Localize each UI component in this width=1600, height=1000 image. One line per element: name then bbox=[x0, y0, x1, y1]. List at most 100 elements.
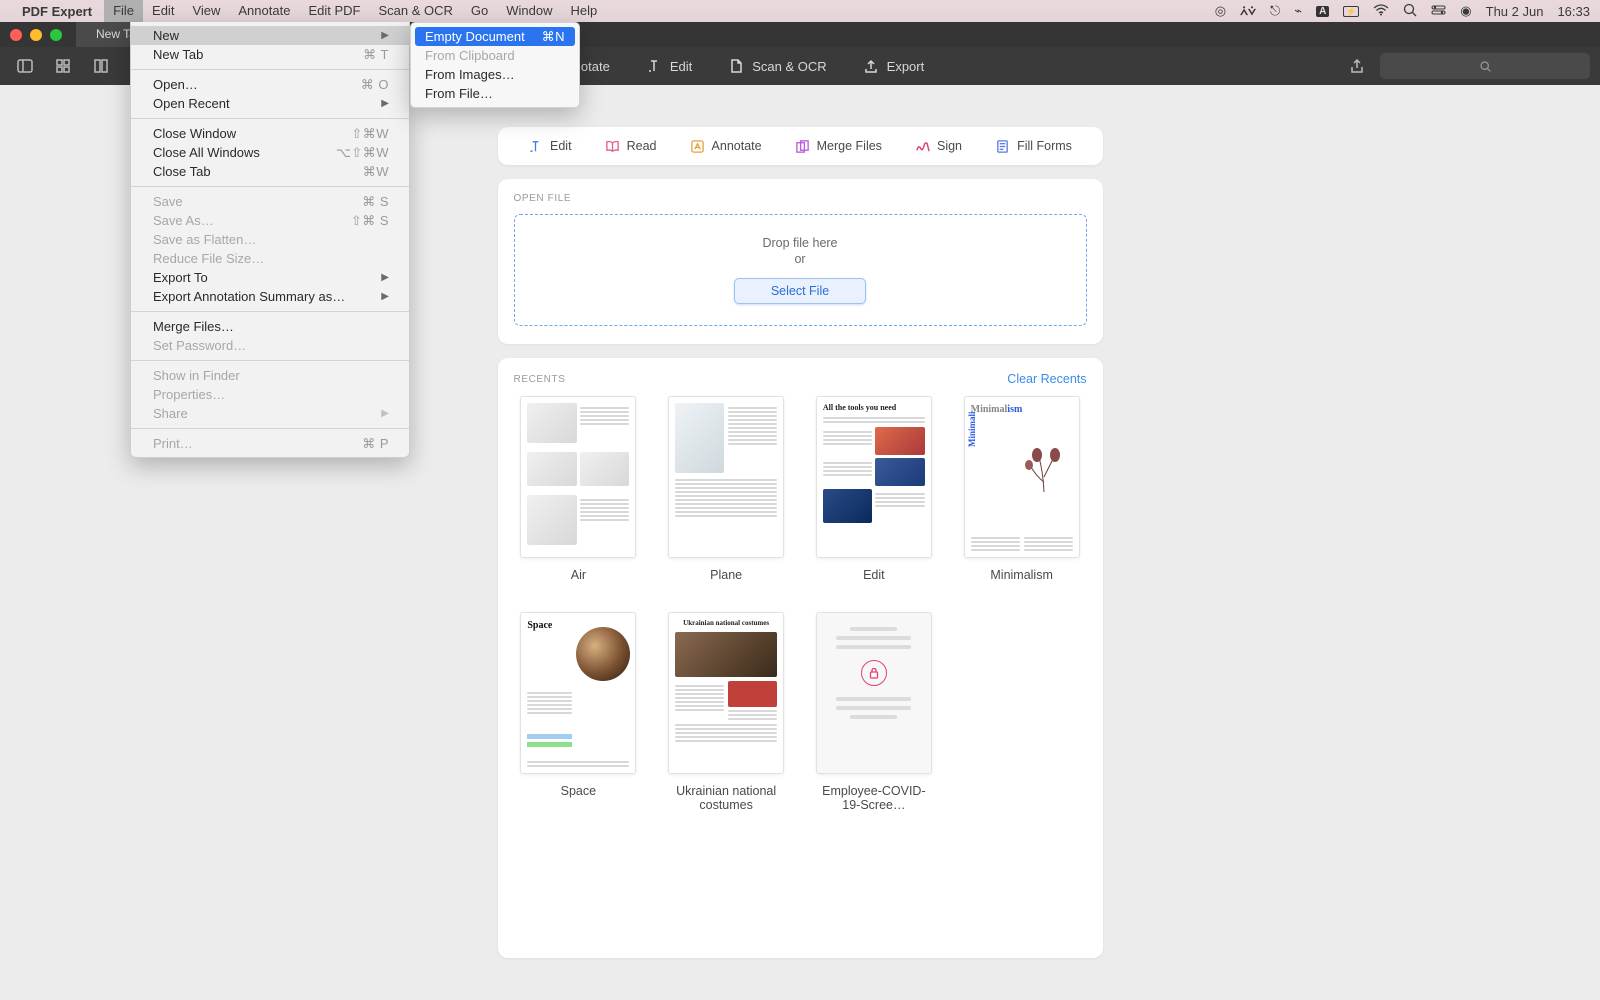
recent-item-space[interactable]: Space Space bbox=[514, 612, 644, 812]
chevron-right-icon: ▶ bbox=[381, 98, 389, 109]
file-menu-save: Save⌘ S bbox=[131, 192, 409, 211]
window-minimize-button[interactable] bbox=[30, 29, 42, 41]
file-menu-new[interactable]: New▶ bbox=[131, 26, 409, 45]
chevron-right-icon: ▶ bbox=[381, 272, 389, 283]
menubar-edit[interactable]: Edit bbox=[143, 0, 183, 22]
action-merge[interactable]: Merge Files bbox=[795, 139, 882, 154]
select-file-button[interactable]: Select File bbox=[734, 278, 866, 304]
menubar-date[interactable]: Thu 2 Jun bbox=[1486, 4, 1544, 19]
menubar-window[interactable]: Window bbox=[497, 0, 561, 22]
control-center-icon[interactable] bbox=[1431, 4, 1446, 19]
file-menu-close-window[interactable]: Close Window⇧⌘W bbox=[131, 124, 409, 143]
file-menu-close-all[interactable]: Close All Windows⌥⇧⌘W bbox=[131, 143, 409, 162]
recent-item-ukrainian[interactable]: Ukrainian national costumes Ukrainian na… bbox=[661, 612, 791, 812]
menubar-scan-ocr[interactable]: Scan & OCR bbox=[369, 0, 461, 22]
recent-thumb: Minimalism Minimali bbox=[964, 396, 1080, 558]
file-menu-open-recent[interactable]: Open Recent▶ bbox=[131, 94, 409, 113]
file-menu-set-password: Set Password… bbox=[131, 336, 409, 355]
menubar-time[interactable]: 16:33 bbox=[1557, 4, 1590, 19]
annotate-icon bbox=[690, 139, 705, 154]
search-input[interactable] bbox=[1380, 53, 1590, 79]
submenu-from-images[interactable]: From Images… bbox=[411, 65, 579, 84]
new-submenu: Empty Document⌘N From Clipboard From Ima… bbox=[410, 22, 580, 108]
submenu-empty-document[interactable]: Empty Document⌘N bbox=[415, 27, 575, 46]
keyboard-layout-icon[interactable]: A bbox=[1316, 6, 1329, 17]
open-file-card: Open File Drop file here or Select File bbox=[498, 179, 1103, 344]
recent-thumb: All the tools you need bbox=[816, 396, 932, 558]
recent-thumb bbox=[668, 396, 784, 558]
recent-label: Employee-COVID-19-Scree… bbox=[814, 784, 934, 812]
recent-label: Air bbox=[571, 568, 586, 582]
menubar-help[interactable]: Help bbox=[561, 0, 606, 22]
file-menu-dropdown: New▶ New Tab⌘ T Open…⌘ O Open Recent▶ Cl… bbox=[130, 22, 410, 458]
recent-thumb: Ukrainian national costumes bbox=[668, 612, 784, 774]
dropzone-or: or bbox=[794, 252, 805, 266]
siri-icon[interactable]: ◉ bbox=[1460, 3, 1471, 19]
menubar-status-icons: ◎ ⩑⩒ ⎋ ⌁ A ⚡ ◉ Thu 2 Jun 16:33 bbox=[1215, 3, 1590, 20]
bluetooth-icon[interactable]: ⌁ bbox=[1294, 3, 1302, 19]
menubar-go[interactable]: Go bbox=[462, 0, 497, 22]
submenu-from-file[interactable]: From File… bbox=[411, 84, 579, 103]
thumbnails-icon[interactable] bbox=[48, 51, 78, 81]
file-menu-save-as: Save As…⇧⌘ S bbox=[131, 211, 409, 230]
file-menu-close-tab[interactable]: Close Tab⌘W bbox=[131, 162, 409, 181]
share-icon[interactable] bbox=[1342, 51, 1372, 81]
toolbar-export[interactable]: Export bbox=[849, 51, 939, 81]
toolbar-edit[interactable]: Edit bbox=[632, 51, 706, 81]
battery-icon[interactable]: ⚡ bbox=[1343, 6, 1359, 17]
action-edit[interactable]: Edit bbox=[528, 139, 572, 154]
file-menu-save-flatten: Save as Flatten… bbox=[131, 230, 409, 249]
sign-icon bbox=[915, 139, 930, 154]
action-read[interactable]: Read bbox=[605, 139, 657, 154]
sidebar-toggle-icon[interactable] bbox=[10, 51, 40, 81]
macos-menubar: PDF Expert File Edit View Annotate Edit … bbox=[0, 0, 1600, 22]
menubar-view[interactable]: View bbox=[183, 0, 229, 22]
cc-icon[interactable]: ◎ bbox=[1215, 3, 1226, 19]
file-dropzone[interactable]: Drop file here or Select File bbox=[514, 214, 1087, 326]
recent-thumb: Space bbox=[520, 612, 636, 774]
usb-icon[interactable]: ⎋ bbox=[1270, 3, 1280, 19]
recent-label: Plane bbox=[710, 568, 742, 582]
recent-item-minimalism[interactable]: Minimalism Minimali Minimalism bbox=[957, 396, 1087, 582]
recent-thumb bbox=[520, 396, 636, 558]
menubar-edit-pdf[interactable]: Edit PDF bbox=[299, 0, 369, 22]
app-name[interactable]: PDF Expert bbox=[22, 4, 92, 19]
menubar-annotate[interactable]: Annotate bbox=[229, 0, 299, 22]
recent-label: Space bbox=[561, 784, 596, 798]
file-menu-export-to[interactable]: Export To▶ bbox=[131, 268, 409, 287]
menubar-file[interactable]: File bbox=[104, 0, 143, 22]
window-traffic-lights bbox=[10, 29, 62, 41]
file-menu-new-tab[interactable]: New Tab⌘ T bbox=[131, 45, 409, 64]
monogram-icon[interactable]: ⩑⩒ bbox=[1240, 3, 1256, 19]
wifi-icon[interactable] bbox=[1373, 4, 1389, 19]
file-menu-open[interactable]: Open…⌘ O bbox=[131, 75, 409, 94]
recents-label: Recents bbox=[514, 374, 566, 385]
dropzone-text: Drop file here bbox=[762, 236, 837, 250]
recent-thumb bbox=[816, 612, 932, 774]
action-sign[interactable]: Sign bbox=[915, 139, 962, 154]
chevron-right-icon: ▶ bbox=[381, 408, 389, 419]
bookmarks-icon[interactable] bbox=[86, 51, 116, 81]
fill-forms-icon bbox=[995, 139, 1010, 154]
submenu-from-clipboard: From Clipboard bbox=[411, 46, 579, 65]
clear-recents-link[interactable]: Clear Recents bbox=[1007, 372, 1086, 386]
quick-actions-card: Edit Read Annotate Merge Files Sign Fill… bbox=[498, 127, 1103, 165]
recent-item-edit[interactable]: All the tools you need Edit bbox=[809, 396, 939, 582]
file-menu-export-annot[interactable]: Export Annotation Summary as…▶ bbox=[131, 287, 409, 306]
window-zoom-button[interactable] bbox=[50, 29, 62, 41]
file-menu-reduce: Reduce File Size… bbox=[131, 249, 409, 268]
recent-label: Ukrainian national costumes bbox=[666, 784, 786, 812]
recent-item-plane[interactable]: Plane bbox=[661, 396, 791, 582]
file-menu-merge[interactable]: Merge Files… bbox=[131, 317, 409, 336]
toolbar-scan-ocr[interactable]: Scan & OCR bbox=[714, 51, 840, 81]
window-close-button[interactable] bbox=[10, 29, 22, 41]
open-file-label: Open File bbox=[514, 193, 1087, 204]
file-menu-properties: Properties… bbox=[131, 385, 409, 404]
action-fill[interactable]: Fill Forms bbox=[995, 139, 1072, 154]
action-annotate[interactable]: Annotate bbox=[690, 139, 762, 154]
book-icon bbox=[605, 139, 620, 154]
recents-card: Recents Clear Recents Air bbox=[498, 358, 1103, 958]
spotlight-icon[interactable] bbox=[1403, 3, 1417, 20]
recent-item-air[interactable]: Air bbox=[514, 396, 644, 582]
recent-item-covid[interactable]: Employee-COVID-19-Scree… bbox=[809, 612, 939, 812]
